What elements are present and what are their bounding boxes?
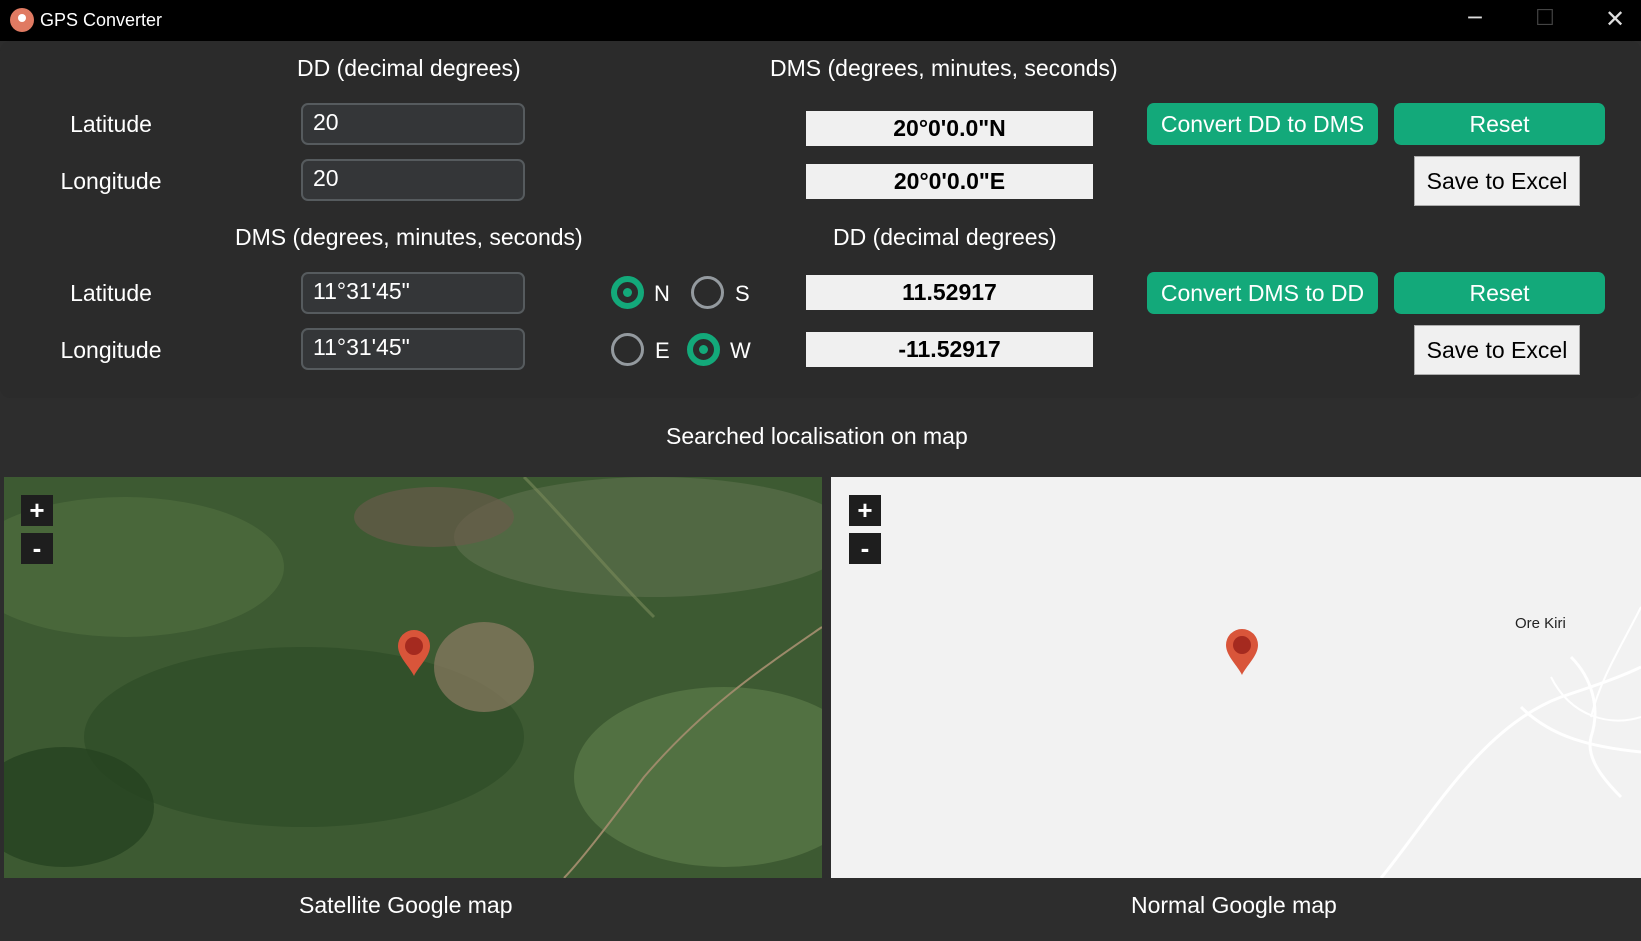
converter-frame: DD (decimal degrees) DMS (degrees, minut… bbox=[0, 41, 1641, 398]
save-dms-to-excel-button[interactable]: Save to Excel bbox=[1414, 325, 1580, 375]
radio-south[interactable] bbox=[691, 276, 724, 309]
title-bar: GPS Converter ─ ☐ ✕ bbox=[0, 0, 1641, 41]
satellite-location-pin-icon bbox=[398, 630, 430, 676]
dms-latitude-output: 20°0'0.0"N bbox=[806, 111, 1093, 146]
normal-map[interactable]: + - Ore Kiri bbox=[831, 477, 1641, 878]
dd-longitude-input[interactable]: 20 bbox=[301, 159, 525, 201]
dms-result-header: DMS (degrees, minutes, seconds) bbox=[770, 55, 1118, 81]
dd-longitude-output: -11.52917 bbox=[806, 332, 1093, 367]
satellite-zoom-in-button[interactable]: + bbox=[21, 495, 53, 526]
normal-zoom-out-button[interactable]: - bbox=[849, 533, 881, 564]
save-dd-to-excel-button[interactable]: Save to Excel bbox=[1414, 156, 1580, 206]
convert-dd-to-dms-button[interactable]: Convert DD to DMS bbox=[1147, 103, 1378, 145]
dms-latitude-label: Latitude bbox=[70, 280, 152, 306]
convert-dms-to-dd-button[interactable]: Convert DMS to DD bbox=[1147, 272, 1378, 314]
radio-north-label: N bbox=[654, 281, 670, 306]
road-lines bbox=[1379, 606, 1641, 878]
map-pin-icon bbox=[10, 8, 34, 32]
dms-latitude-input[interactable]: 11°31'45" bbox=[301, 272, 525, 314]
dms-header: DMS (degrees, minutes, seconds) bbox=[235, 224, 583, 250]
radio-west-label: W bbox=[730, 338, 751, 363]
dms-longitude-input[interactable]: 11°31'45" bbox=[301, 328, 525, 370]
normal-map-caption: Normal Google map bbox=[1131, 892, 1337, 918]
radio-west[interactable] bbox=[687, 333, 720, 366]
normal-location-pin-icon bbox=[1226, 629, 1258, 675]
dd-header: DD (decimal degrees) bbox=[297, 55, 521, 81]
map-section-title: Searched localisation on map bbox=[666, 423, 968, 449]
dd-latitude-label: Latitude bbox=[70, 111, 152, 137]
satellite-imagery bbox=[4, 477, 822, 878]
radio-east[interactable] bbox=[611, 333, 644, 366]
dd-result-header: DD (decimal degrees) bbox=[833, 224, 1057, 250]
close-button[interactable]: ✕ bbox=[1580, 0, 1641, 41]
dd-latitude-input[interactable]: 20 bbox=[301, 103, 525, 145]
reset-dms-button[interactable]: Reset bbox=[1394, 272, 1605, 314]
window-title: GPS Converter bbox=[40, 10, 163, 30]
dms-longitude-output: 20°0'0.0"E bbox=[806, 164, 1093, 199]
satellite-zoom-out-button[interactable]: - bbox=[21, 533, 53, 564]
radio-south-label: S bbox=[735, 281, 750, 306]
satellite-map-caption: Satellite Google map bbox=[299, 892, 513, 918]
satellite-map[interactable]: + - bbox=[4, 477, 822, 878]
reset-dd-button[interactable]: Reset bbox=[1394, 103, 1605, 145]
radio-north[interactable] bbox=[611, 276, 644, 309]
dd-longitude-label: Longitude bbox=[60, 168, 162, 194]
maximize-button[interactable]: ☐ bbox=[1510, 0, 1580, 41]
dms-longitude-label: Longitude bbox=[60, 337, 162, 363]
normal-zoom-in-button[interactable]: + bbox=[849, 495, 881, 526]
map-place-label: Ore Kiri bbox=[1515, 615, 1566, 632]
radio-east-label: E bbox=[655, 338, 670, 363]
dd-latitude-output: 11.52917 bbox=[806, 275, 1093, 310]
minimize-button[interactable]: ─ bbox=[1440, 0, 1510, 41]
